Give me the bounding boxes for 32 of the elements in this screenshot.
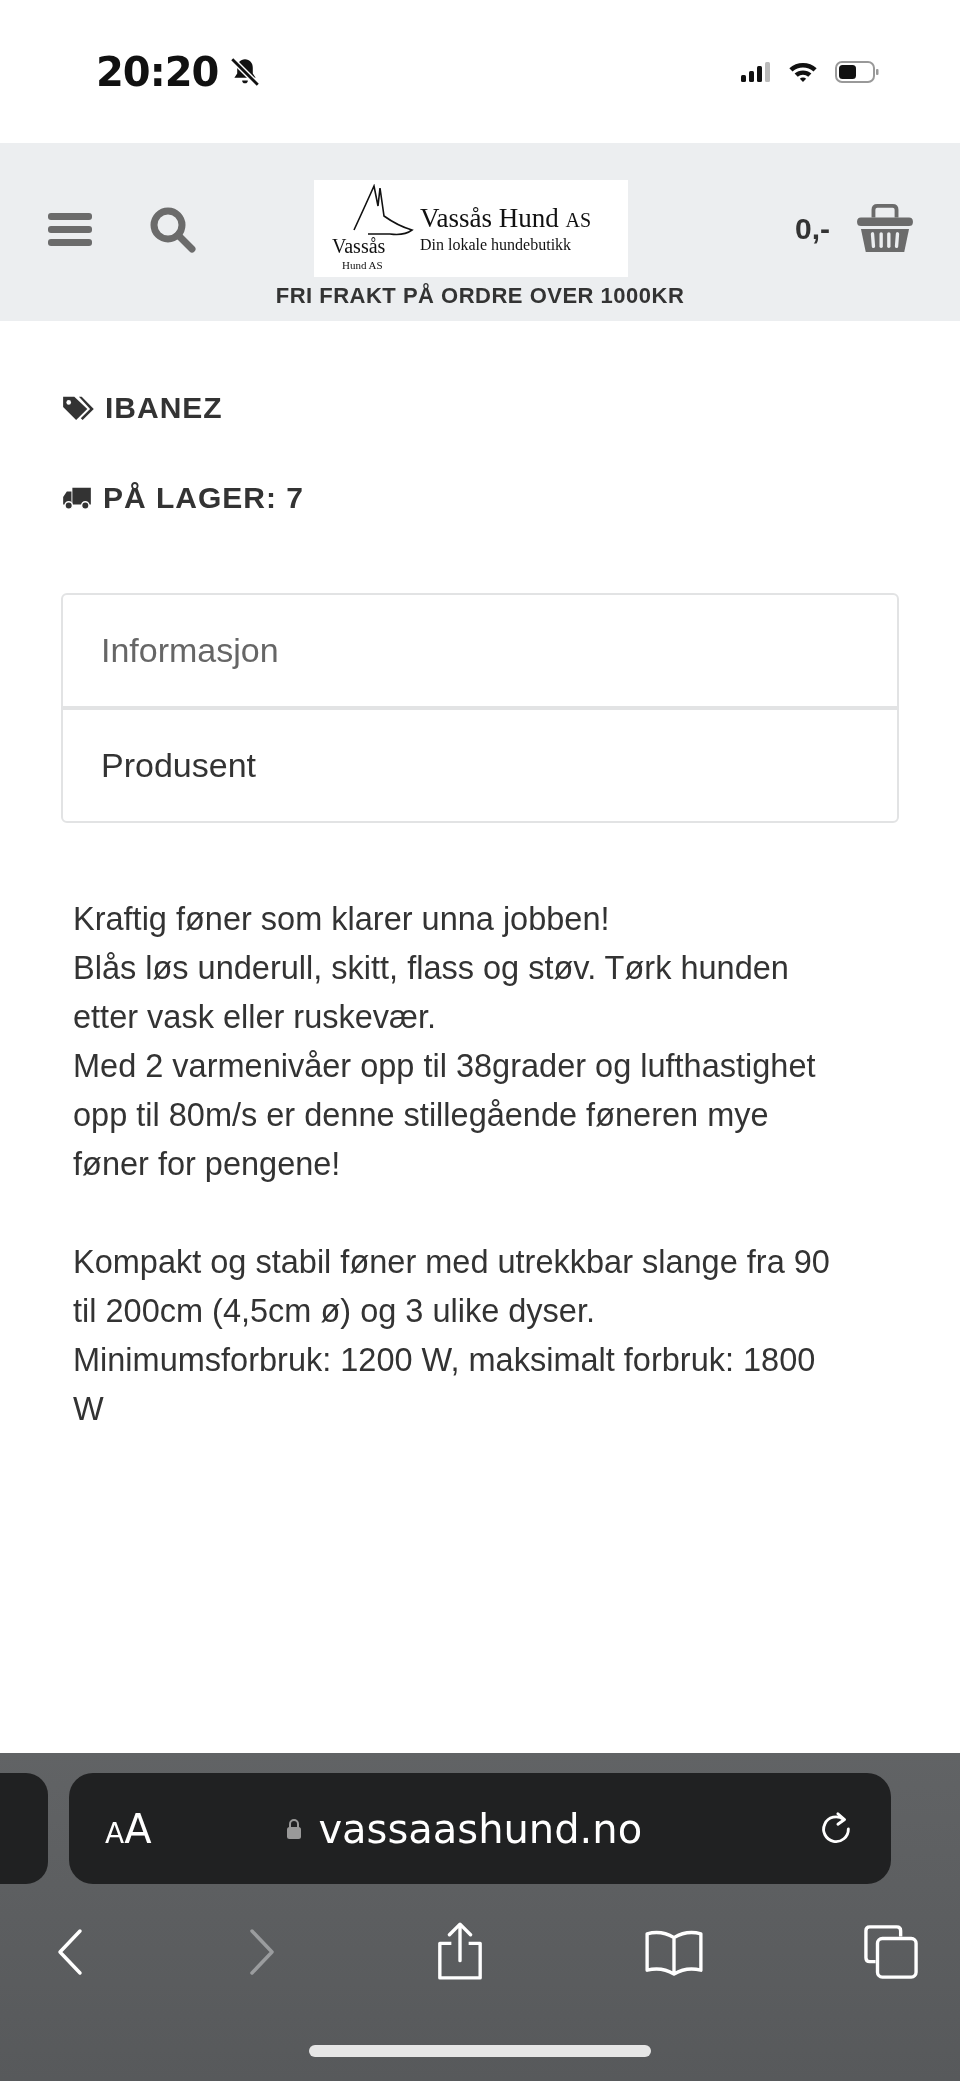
basket-icon[interactable] [856,203,914,254]
store-logo[interactable]: Vassås Hund AS Vassås Hund AS Din lokale hundebutikk [314,180,628,277]
logo-tagline: Din lokale hundebutikk [420,236,573,254]
wifi-icon [788,61,818,82]
description-text: Minimumsforbruk: 1200 W, maksimalt forbruk: 1800 W [73,1341,817,1429]
description-text: Kompakt og stabil føner med utrekkbar slange fra 90 til 200cm (4,5cm ø) og 3 ulike dyser. [73,1243,831,1331]
accordion-tab[interactable]: Informasjon [61,593,899,708]
share-icon[interactable] [436,1922,484,1982]
stock-label: PÅ LAGER: 7 [103,481,305,515]
accordion-tab[interactable]: Produsent [61,708,899,823]
tabs-icon[interactable] [864,1925,918,1979]
battery-icon [834,60,880,83]
tags-icon [61,395,95,421]
logo-monogram-sub: Hund AS [342,260,383,271]
text-size-button[interactable]: AA [105,1805,152,1852]
signal-icon [740,61,772,82]
address-bar[interactable]: AA vassaashund.no [69,1773,891,1884]
brand-label: IBANEZ [105,391,223,425]
shipping-notice-text: FRI FRAKT PÅ ORDRE OVER 1000KR [275,283,685,309]
cart-total[interactable]: 0,- [795,211,830,246]
menu-icon[interactable] [48,210,92,247]
bookmarks-icon[interactable] [644,1928,704,1976]
logo-name: Vassås Hund AS [420,203,592,234]
truck-icon [61,486,93,510]
url-text: vassaashund.no [318,1805,643,1852]
description-text: Kraftig føner som klarer unna jobben! [73,900,611,939]
status-time: 20:20 [96,48,219,95]
description-text: Med 2 varmenivåer opp til 38grader og lufthastighet opp til 80m/s er denne stillegående føneren mye føner for pengene! [73,1047,817,1184]
lock-icon [286,1817,303,1840]
description-text: Blås løs underull, skitt, flass og støv. Tørk hunden etter vask eller ruskevær. [73,949,790,1037]
tab-card[interactable] [0,1773,48,1884]
logo-monogram: Vassås [332,236,386,256]
